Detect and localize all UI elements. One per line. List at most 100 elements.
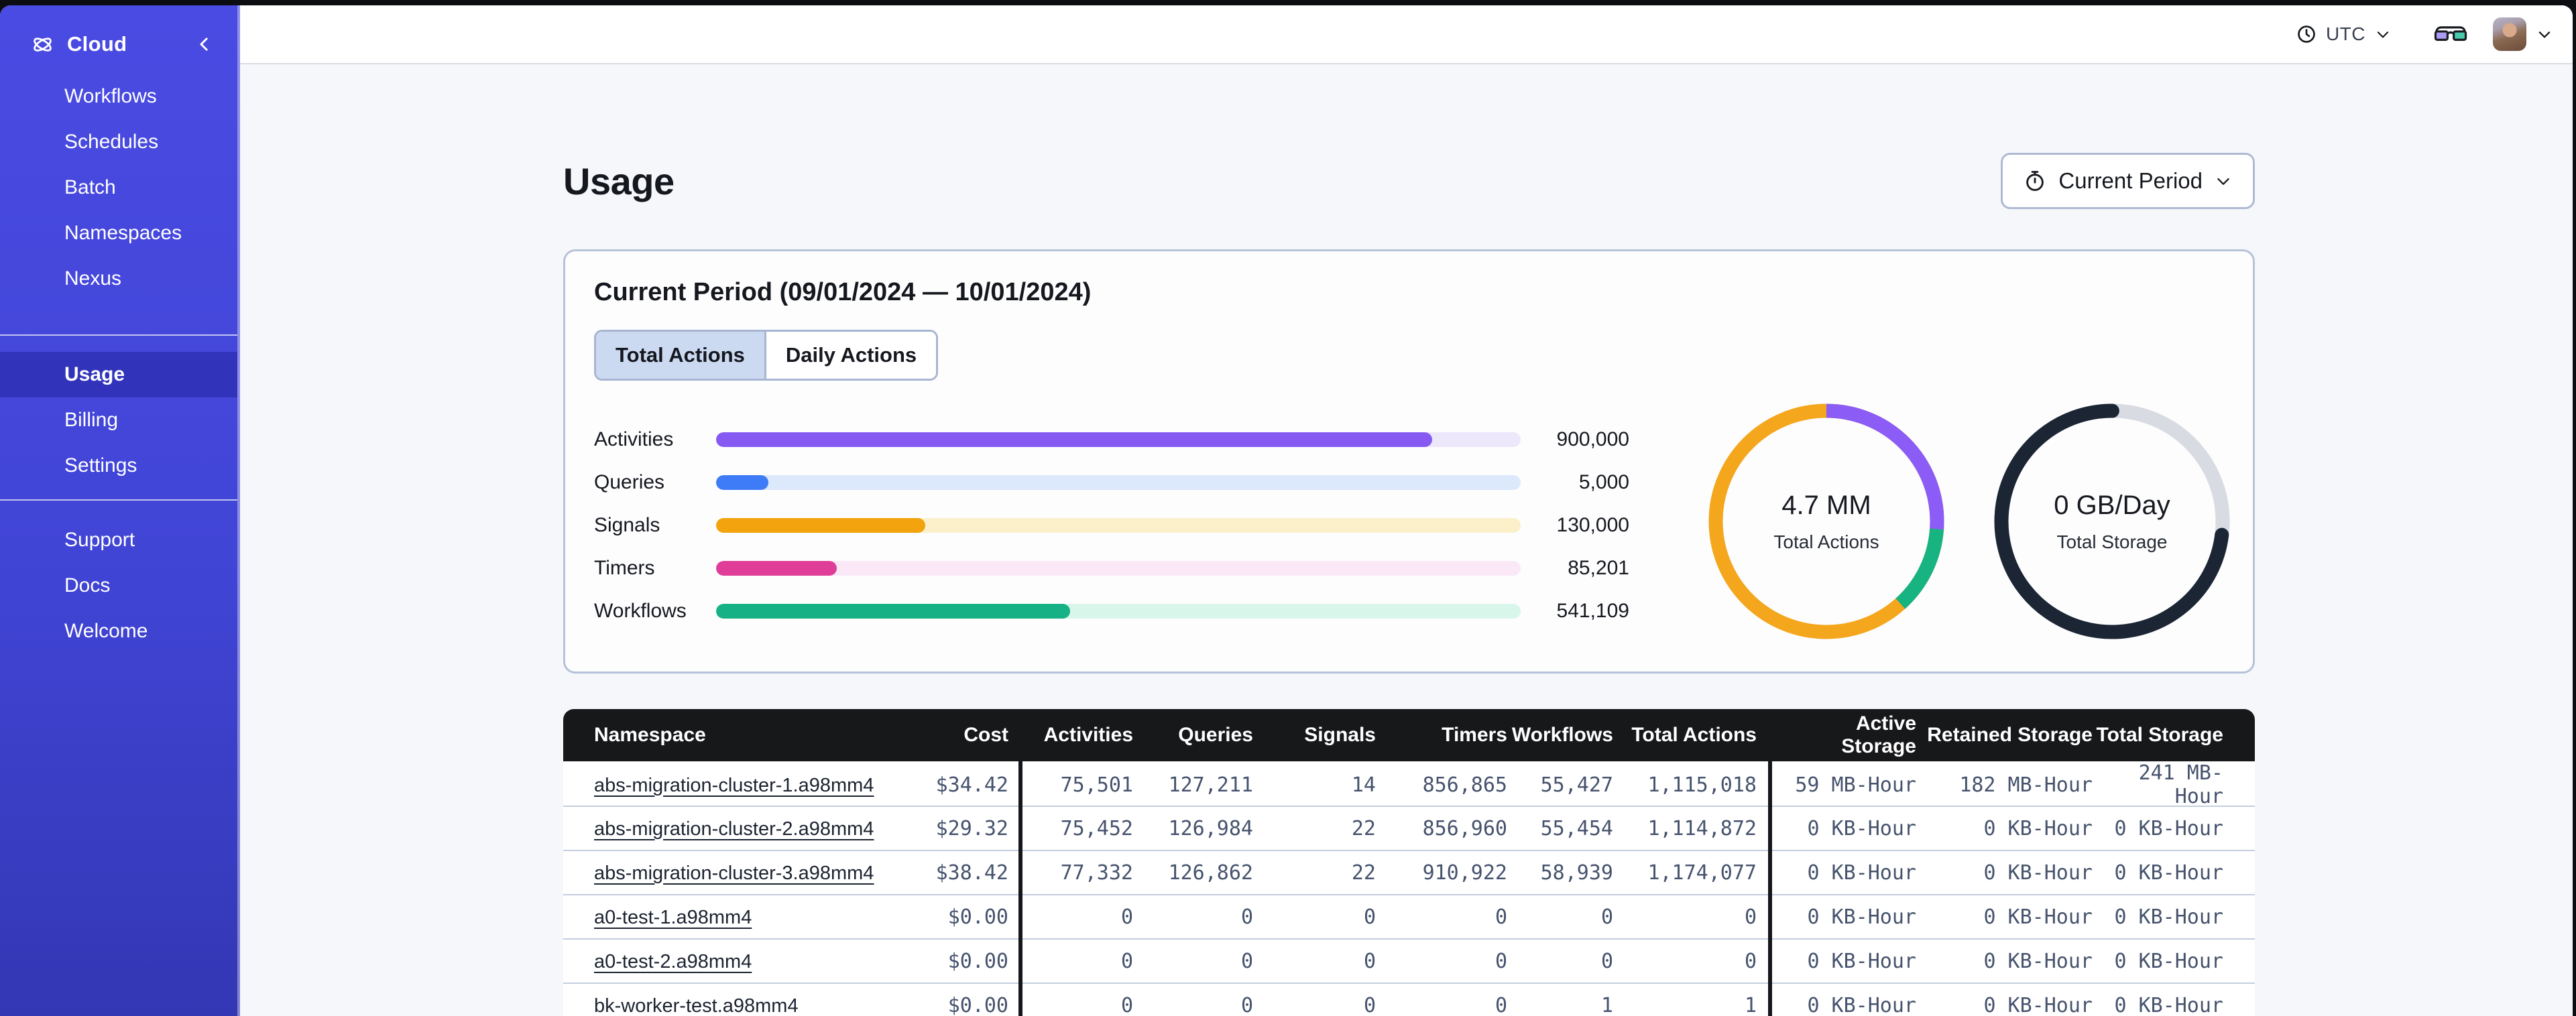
user-menu-chevron-icon[interactable] [2536,25,2553,43]
activities-cell: 75,501 [1060,773,1133,797]
timezone-label: UTC [2325,23,2365,44]
retained-storage-cell: 182 MB-Hour [1959,773,2093,797]
namespace-link[interactable]: a0-test-1.a98mm4 [594,907,752,928]
bar-row: Queries 5,000 [594,461,1629,504]
sidebar-divider [0,334,237,336]
nexus-icon [31,269,52,290]
usage-visualizations: Activities 900,000 Queries 5,000 Signals… [594,403,2253,639]
total-storage-cell: 0 KB-Hour [2114,949,2223,973]
active-storage-cell: 0 KB-Hour [1807,816,1916,840]
sidebar-item[interactable]: Welcome [0,609,237,654]
schedules-icon [31,132,52,153]
cost-cell: $29.32 [935,816,1008,840]
signals-cell: 22 [1351,816,1376,840]
period-button-label: Current Period [2058,168,2203,193]
bar-fill [716,432,1432,447]
total-actions-cell: 0 [1744,949,1757,973]
sidebar-item[interactable]: Support [0,517,237,563]
bar-value: 130,000 [1556,514,1629,536]
workflows-cell: 0 [1600,905,1613,929]
docs-icon [31,576,52,596]
table-row: a0-test-2.a98mm4 $0.00 0 0 0 0 0 0 0 KB-… [563,938,2255,982]
support-icon [31,530,52,551]
total-storage-cell: 0 KB-Hour [2114,993,2223,1016]
queries-cell: 127,211 [1168,773,1253,797]
column-header: Retained Storage [1927,724,2093,746]
bar-label: Workflows [594,600,687,622]
namespace-usage-table: Namespace Cost Activities Queries Signal… [563,709,2255,1016]
tab[interactable]: Total Actions [596,332,766,379]
retained-storage-cell: 0 KB-Hour [1983,949,2093,973]
signals-cell: 0 [1363,993,1376,1016]
bar-fill [716,518,925,533]
sidebar-item-label: Settings [64,454,137,477]
card-title: Current Period (09/01/2024 — 10/01/2024) [594,278,1092,306]
sidebar-item-label: Nexus [64,267,122,290]
sidebar-item[interactable]: Billing [0,397,237,443]
sidebar-nav-main: Workflows Schedules Batch Namespaces Nex… [0,74,237,302]
period-select-button[interactable]: Current Period [2001,153,2255,209]
page-title: Usage [563,160,675,202]
sidebar-header: Cloud [0,25,237,63]
timers-cell: 0 [1495,949,1507,973]
usage-summary-card: Current Period (09/01/2024 — 10/01/2024)… [563,249,2255,674]
app-window: Cloud Workflows Schedules Batch Namespac… [0,5,2573,1016]
sidebar-item[interactable]: Settings [0,443,237,489]
total-actions-value: 4.7 MM [1781,490,1871,520]
active-storage-cell: 0 KB-Hour [1807,905,1916,929]
sidebar-item[interactable]: Schedules [0,119,237,165]
namespace-link[interactable]: abs-migration-cluster-1.a98mm4 [594,775,874,796]
column-header: Cost [963,724,1008,746]
column-divider [1018,761,1022,1016]
timers-cell: 0 [1495,993,1507,1016]
active-storage-cell: 59 MB-Hour [1795,773,1916,797]
bar-track [716,432,1521,447]
sidebar-item[interactable]: Usage [0,352,237,397]
sidebar-item-label: Workflows [64,85,157,107]
total-storage-cell: 0 KB-Hour [2114,861,2223,885]
sidebar-item[interactable]: Namespaces [0,210,237,256]
avatar[interactable] [2493,17,2526,51]
total-actions-donut: 4.7 MM Total Actions [1708,403,1944,639]
sidebar-item[interactable]: Batch [0,165,237,210]
timezone-selector[interactable]: UTC [2296,23,2392,45]
total-actions-cell: 1,115,018 [1647,773,1757,797]
column-header: Total Storage [2096,724,2223,746]
namespace-link[interactable]: a0-test-2.a98mm4 [594,951,752,972]
activities-cell: 0 [1120,949,1133,973]
total-storage-label: Total Storage [2056,531,2168,552]
clock-icon [2296,23,2317,45]
total-actions-cell: 1 [1744,993,1757,1016]
sidebar-item[interactable]: Docs [0,563,237,609]
signals-cell: 14 [1351,773,1376,797]
queries-cell: 126,862 [1168,861,1253,885]
bar-value: 85,201 [1568,557,1629,579]
active-storage-cell: 0 KB-Hour [1807,993,1916,1016]
namespace-link[interactable]: bk-worker-test.a98mm4 [594,995,799,1016]
tab[interactable]: Daily Actions [766,332,937,379]
column-header: Timers [1442,724,1507,746]
sidebar-collapse-button[interactable] [194,34,215,54]
sidebar-item[interactable]: Workflows [0,74,237,119]
sidebar-item[interactable]: Nexus [0,256,237,302]
cost-cell: $38.42 [935,861,1008,885]
sidebar-item-label: Docs [64,574,111,596]
welcome-icon [31,621,52,642]
workflows-cell: 58,939 [1540,861,1613,885]
stopwatch-icon [2023,169,2047,193]
sidebar-item-label: Welcome [64,620,148,642]
labs-glasses-icon[interactable] [2433,22,2468,46]
main-area: UTC Usage Current Period Current Period … [240,5,2573,1016]
signals-cell: 0 [1363,949,1376,973]
sidebar-item-label: Schedules [64,131,159,153]
bar-row: Signals 130,000 [594,504,1629,547]
namespace-link[interactable]: abs-migration-cluster-3.a98mm4 [594,863,874,884]
workflows-cell: 0 [1600,949,1613,973]
bar-label: Queries [594,471,665,493]
namespace-link[interactable]: abs-migration-cluster-2.a98mm4 [594,818,874,840]
actions-bar-chart: Activities 900,000 Queries 5,000 Signals… [594,418,1629,633]
activities-cell: 0 [1120,905,1133,929]
queries-cell: 0 [1240,905,1253,929]
namespaces-icon [31,223,52,244]
signals-cell: 0 [1363,905,1376,929]
